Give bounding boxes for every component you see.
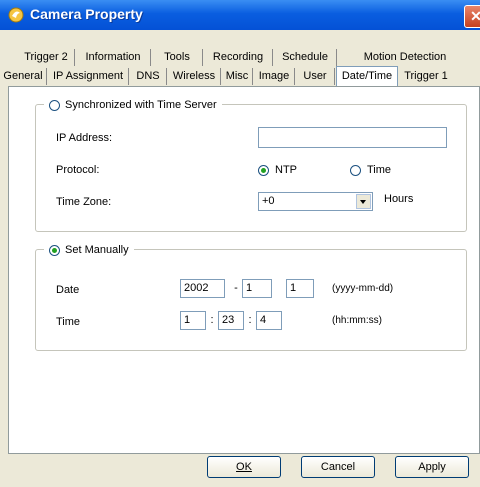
time-separator-2: : bbox=[248, 314, 252, 326]
tab-recording[interactable]: Recording bbox=[204, 49, 273, 66]
time-hour-input[interactable]: 1 bbox=[180, 311, 206, 330]
close-button[interactable]: ✕ bbox=[464, 5, 480, 28]
date-label: Date bbox=[56, 284, 80, 296]
tab-row-upper: Trigger 2 Information Tools Recording Sc… bbox=[8, 49, 480, 67]
title-bar[interactable]: Camera Property ✕ bbox=[0, 0, 480, 30]
tab-user[interactable]: User bbox=[296, 68, 335, 85]
time-format-hint: (hh:mm:ss) bbox=[332, 315, 382, 326]
apply-button-label: Apply bbox=[418, 461, 446, 473]
tab-information[interactable]: Information bbox=[76, 49, 151, 66]
ok-button-label: OK bbox=[236, 461, 252, 473]
date-day-input[interactable]: 1 bbox=[286, 279, 314, 298]
time-zone-select[interactable]: +0 bbox=[258, 192, 373, 211]
tab-tools[interactable]: Tools bbox=[152, 49, 203, 66]
tab-trigger-2[interactable]: Trigger 2 bbox=[18, 49, 75, 66]
set-manually-label: Set Manually bbox=[65, 244, 129, 256]
tab-date-time[interactable]: Date/Time bbox=[336, 66, 398, 86]
tab-dns[interactable]: DNS bbox=[130, 68, 167, 85]
time-separator-1: : bbox=[210, 314, 214, 326]
protocol-time-label: Time bbox=[367, 164, 392, 176]
ip-address-input[interactable] bbox=[258, 127, 447, 148]
protocol-time-radio[interactable] bbox=[350, 164, 361, 176]
sync-time-server-group: Synchronized with Time Server IP Address… bbox=[35, 97, 467, 232]
ip-address-label: IP Address: bbox=[56, 132, 113, 144]
protocol-time-option[interactable]: Time bbox=[350, 164, 391, 176]
set-manually-option[interactable]: Set Manually bbox=[44, 242, 134, 258]
time-zone-value: +0 bbox=[262, 195, 275, 207]
apply-button[interactable]: Apply bbox=[395, 456, 469, 478]
time-second-input[interactable]: 4 bbox=[256, 311, 282, 330]
protocol-ntp-label: NTP bbox=[275, 164, 297, 176]
tab-image[interactable]: Image bbox=[254, 68, 295, 85]
camera-property-icon bbox=[8, 7, 24, 23]
protocol-ntp-radio[interactable] bbox=[258, 164, 269, 176]
date-month-input[interactable]: 1 bbox=[242, 279, 272, 298]
set-manually-radio[interactable] bbox=[49, 244, 60, 256]
date-year-input[interactable]: 2002 bbox=[180, 279, 225, 298]
tab-ip-assignment[interactable]: IP Assignment bbox=[48, 68, 129, 85]
tab-row-lower: General IP Assignment DNS Wireless Misc … bbox=[0, 66, 480, 86]
sync-time-server-radio[interactable] bbox=[49, 99, 60, 111]
time-minute-input[interactable]: 23 bbox=[218, 311, 244, 330]
sync-time-server-option[interactable]: Synchronized with Time Server bbox=[44, 97, 222, 113]
cancel-button-label: Cancel bbox=[320, 461, 356, 473]
date-format-hint: (yyyy-mm-dd) bbox=[332, 283, 394, 294]
chevron-down-icon[interactable] bbox=[356, 194, 371, 209]
window-title: Camera Property bbox=[30, 6, 143, 22]
sync-time-server-label: Synchronized with Time Server bbox=[65, 99, 217, 111]
date-time-panel: Synchronized with Time Server IP Address… bbox=[8, 86, 480, 454]
tab-wireless[interactable]: Wireless bbox=[168, 68, 221, 85]
protocol-ntp-option[interactable]: NTP bbox=[258, 164, 297, 176]
tab-motion-detection[interactable]: Motion Detection bbox=[338, 49, 472, 66]
tab-schedule[interactable]: Schedule bbox=[274, 49, 337, 66]
time-zone-label: Time Zone: bbox=[56, 196, 112, 208]
date-separator: - bbox=[234, 282, 238, 294]
close-icon: ✕ bbox=[470, 8, 480, 24]
camera-property-dialog: Camera Property ✕ Trigger 2 Information … bbox=[0, 0, 480, 487]
hours-label: Hours bbox=[384, 193, 414, 205]
protocol-label: Protocol: bbox=[56, 164, 100, 176]
cancel-button[interactable]: Cancel bbox=[301, 456, 375, 478]
tab-trigger-1[interactable]: Trigger 1 bbox=[398, 68, 454, 85]
ok-button[interactable]: OK bbox=[207, 456, 281, 478]
tab-general[interactable]: General bbox=[0, 68, 47, 85]
time-label: Time bbox=[56, 316, 81, 328]
tab-misc[interactable]: Misc bbox=[222, 68, 253, 85]
set-manually-group: Set Manually Date 2002 - 1 1 (yyyy-mm-dd… bbox=[35, 242, 467, 351]
